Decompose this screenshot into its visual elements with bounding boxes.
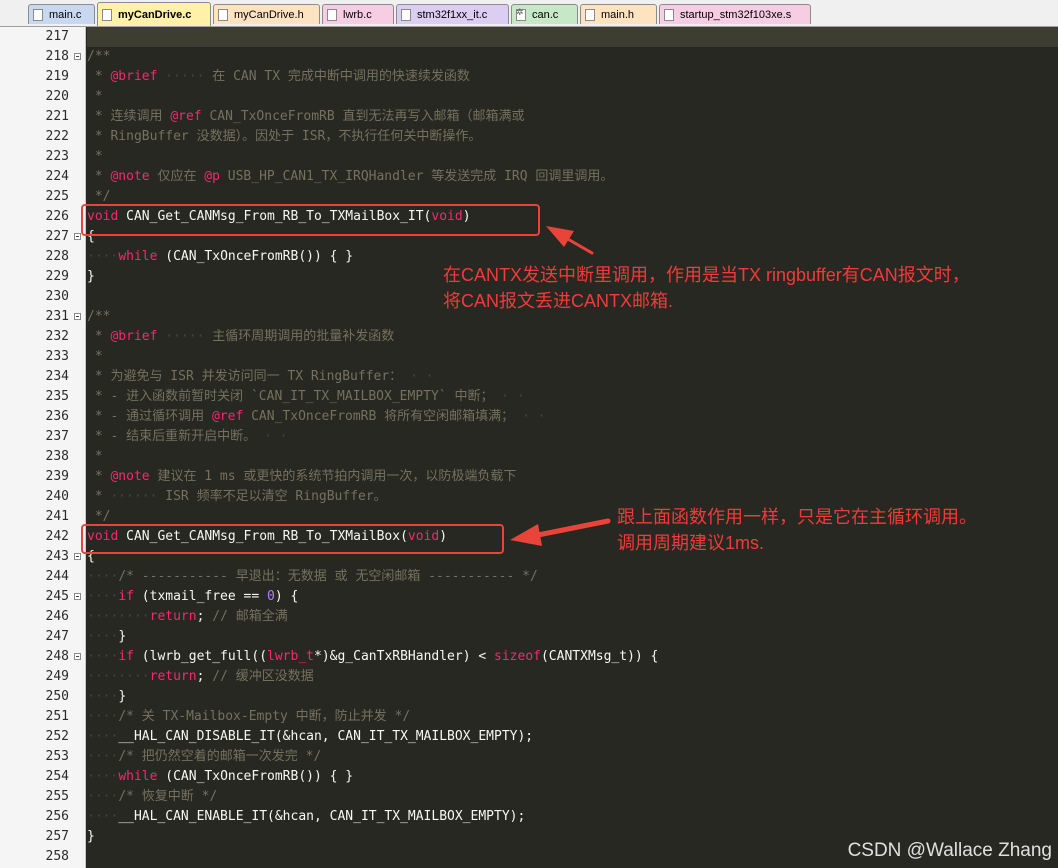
csdn-watermark: CSDN @Wallace Zhang: [847, 840, 1052, 861]
annotation-arrows: [510, 226, 611, 546]
arrow-icon: [510, 518, 611, 546]
arrow-icon: [546, 226, 594, 255]
